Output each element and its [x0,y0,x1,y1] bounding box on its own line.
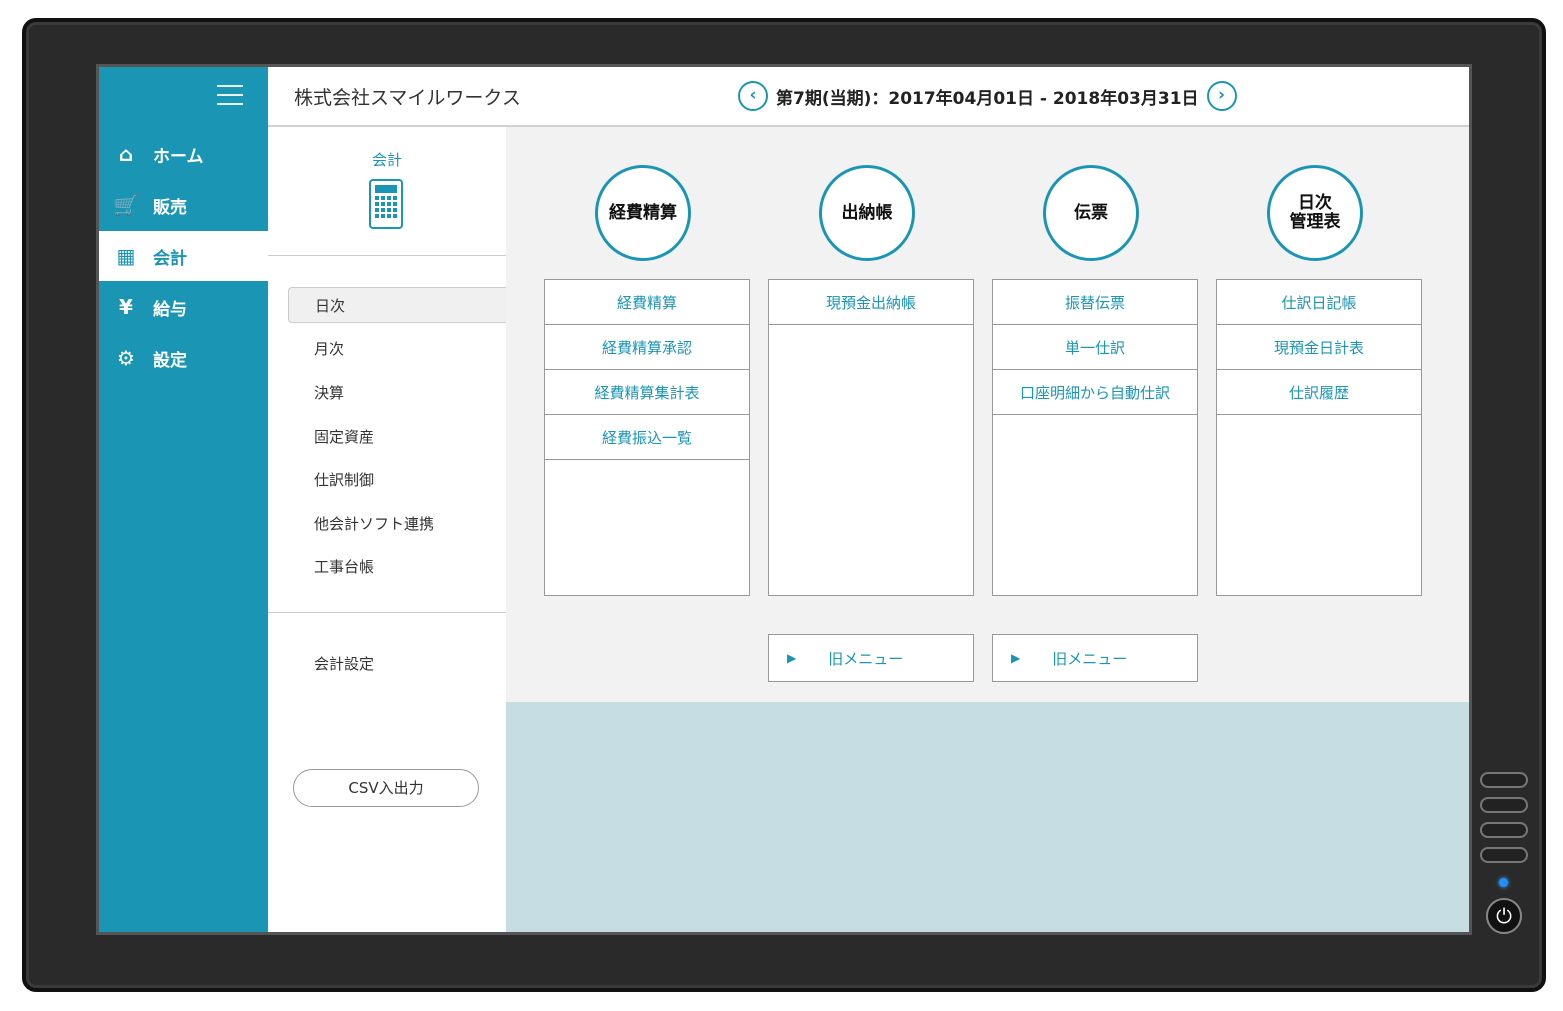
link-list: 経費精算 経費精算承認 経費精算集計表 経費振込一覧 [544,279,750,596]
monitor-button[interactable] [1480,797,1528,813]
company-name: 株式会社スマイルワークス [294,87,521,109]
submenu-item-accounting-settings[interactable]: 会計設定 [288,645,506,681]
sidebar-item-label: 設定 [153,350,187,371]
chevron-right-icon[interactable]: › [1206,81,1237,111]
submenu-item-daily[interactable]: 日次 [288,287,506,323]
period-label: 第7期(当期)：2017年04月01日 - 2018年03月31日 [776,88,1199,109]
power-led [1499,878,1508,887]
sidebar-item-accounting[interactable]: ▦ 会計 [99,231,268,281]
sidebar-item-sales[interactable]: 🛒 販売 [99,180,268,230]
divider [268,255,506,256]
monitor-button[interactable] [1480,772,1528,788]
submenu-item-journal-control[interactable]: 仕訳制御 [288,461,506,497]
sidebar-item-payroll[interactable]: ¥ 給与 [99,282,268,332]
main-content: 経費精算 経費精算 経費精算承認 経費精算集計表 経費振込一覧 出納帳 現預金出… [506,127,1469,702]
sidebar-item-home[interactable]: ⌂ ホーム [99,129,268,179]
home-icon: ⌂ [118,142,134,166]
link-list: 仕訳日記帳 現預金日計表 仕訳履歴 [1216,279,1422,596]
lower-panel [506,702,1469,932]
money-bag-icon: ¥ [119,295,133,319]
play-triangle-icon: ▶ [1011,651,1021,665]
old-menu-label: 旧メニュー [1052,649,1128,668]
sidebar-item-label: 給与 [153,299,187,320]
column-title: 出納帳 [819,165,915,261]
link-item[interactable]: 現預金出納帳 [769,280,973,325]
column-title-line: 日次 [1298,193,1332,213]
link-item[interactable]: 経費振込一覧 [545,415,749,460]
link-item[interactable]: 振替伝票 [993,280,1197,325]
calculator-icon: ▦ [116,244,136,268]
hamburger-menu-icon[interactable] [217,85,243,107]
cart-icon: 🛒 [113,193,139,217]
calculator-icon [369,179,403,229]
link-list: 振替伝票 単一仕訳 口座明細から自動仕訳 [992,279,1198,596]
top-header: 株式会社スマイルワークス ‹ 第7期(当期)：2017年04月01日 - 201… [268,67,1469,127]
period-selector: ‹ 第7期(当期)：2017年04月01日 - 2018年03月31日 › [738,81,1237,111]
gear-icon: ⚙ [117,346,135,370]
sidebar: ⌂ ホーム 🛒 販売 ▦ 会計 ¥ 給与 ⚙ 設定 [99,67,268,932]
chevron-left-icon[interactable]: ‹ [738,81,768,111]
column-title: 経費精算 [595,165,691,261]
link-item[interactable]: 単一仕訳 [993,325,1197,370]
sidebar-item-settings[interactable]: ⚙ 設定 [99,333,268,383]
submenu-panel: 会計 日次 月次 決算 固定資産 仕訳制御 他会計ソフト連携 工事台帳 会計設定… [268,127,507,932]
column-title: 伝票 [1043,165,1139,261]
old-menu-button[interactable]: ▶ 旧メニュー [992,634,1198,682]
submenu-item-monthly[interactable]: 月次 [288,330,506,366]
sidebar-item-label: ホーム [153,146,204,167]
app-screen: ⌂ ホーム 🛒 販売 ▦ 会計 ¥ 給与 ⚙ 設定 株式会社スマイルワークス ‹… [96,64,1472,935]
link-item[interactable]: 口座明細から自動仕訳 [993,370,1197,415]
csv-io-button[interactable]: CSV入出力 [293,769,479,807]
submenu-item-fixed-assets[interactable]: 固定資産 [288,418,506,454]
column-title: 日次 管理表 [1267,165,1363,261]
monitor-button[interactable] [1480,822,1528,838]
submenu-item-construction-ledger[interactable]: 工事台帳 [288,548,506,584]
link-item[interactable]: 仕訳履歴 [1217,370,1421,415]
submenu-title: 会計 [371,151,402,169]
divider [268,612,506,613]
link-item[interactable]: 現預金日計表 [1217,325,1421,370]
power-icon[interactable]: ⏻ [1486,898,1522,934]
sidebar-item-label: 販売 [153,197,187,218]
submenu-item-other-software[interactable]: 他会計ソフト連携 [288,505,506,541]
link-item[interactable]: 経費精算承認 [545,325,749,370]
column-title-line: 管理表 [1289,212,1341,232]
old-menu-label: 旧メニュー [828,649,904,668]
link-list: 現預金出納帳 [768,279,974,596]
monitor-button[interactable] [1480,847,1528,863]
link-item[interactable]: 経費精算集計表 [545,370,749,415]
play-triangle-icon: ▶ [787,651,797,665]
link-item[interactable]: 仕訳日記帳 [1217,280,1421,325]
old-menu-button[interactable]: ▶ 旧メニュー [768,634,974,682]
submenu-item-closing[interactable]: 決算 [288,374,506,410]
sidebar-item-label: 会計 [153,248,187,269]
link-item[interactable]: 経費精算 [545,280,749,325]
